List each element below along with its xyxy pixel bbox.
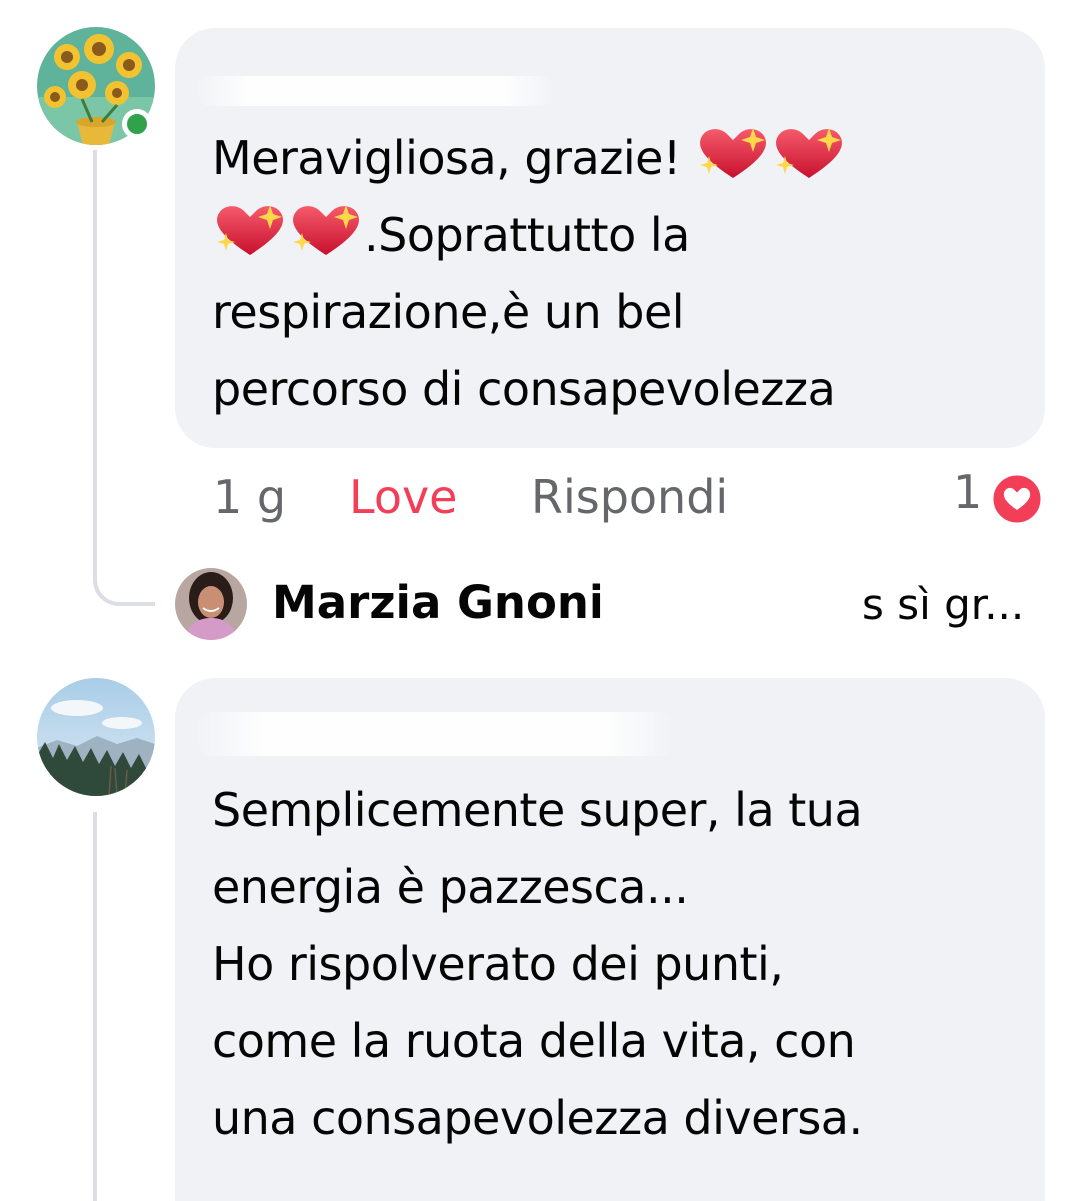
reply-button[interactable]: Rispondi (531, 470, 728, 524)
sparkling-heart-icon (771, 126, 847, 182)
reply-text-redacted (600, 582, 862, 628)
reply-author-name[interactable]: Marzia Gnoni (272, 576, 604, 629)
reaction-count[interactable]: 1 (953, 465, 982, 519)
thread-line (93, 812, 97, 1201)
comments-thread: Meravigliosa, grazie! .Soprattutto la re… (0, 0, 1080, 1201)
love-reaction-icon[interactable] (990, 472, 1044, 526)
sparkling-heart-icon (212, 203, 288, 259)
sparkling-heart-icon (288, 203, 364, 259)
sparkling-heart-icon (695, 126, 771, 182)
avatar[interactable] (175, 568, 247, 640)
love-reaction-button[interactable]: Love (349, 470, 458, 524)
thread-line (93, 150, 97, 570)
avatar[interactable] (37, 678, 155, 796)
author-name-redacted (195, 712, 675, 756)
comment-timestamp[interactable]: 1 g (213, 470, 286, 524)
reply-snippet[interactable]: s sì gr... (862, 580, 1024, 629)
thread-connector (93, 540, 155, 606)
author-name-redacted (195, 76, 555, 106)
comment-text: Meravigliosa, grazie! .Soprattutto la re… (212, 120, 847, 428)
comment-text: Semplicemente super, la tua energia è pa… (212, 783, 863, 1145)
comment-bubble[interactable]: Meravigliosa, grazie! .Soprattutto la re… (175, 28, 1045, 448)
comment-bubble[interactable]: Semplicemente super, la tua energia è pa… (175, 678, 1045, 1201)
online-status-indicator (122, 109, 152, 139)
